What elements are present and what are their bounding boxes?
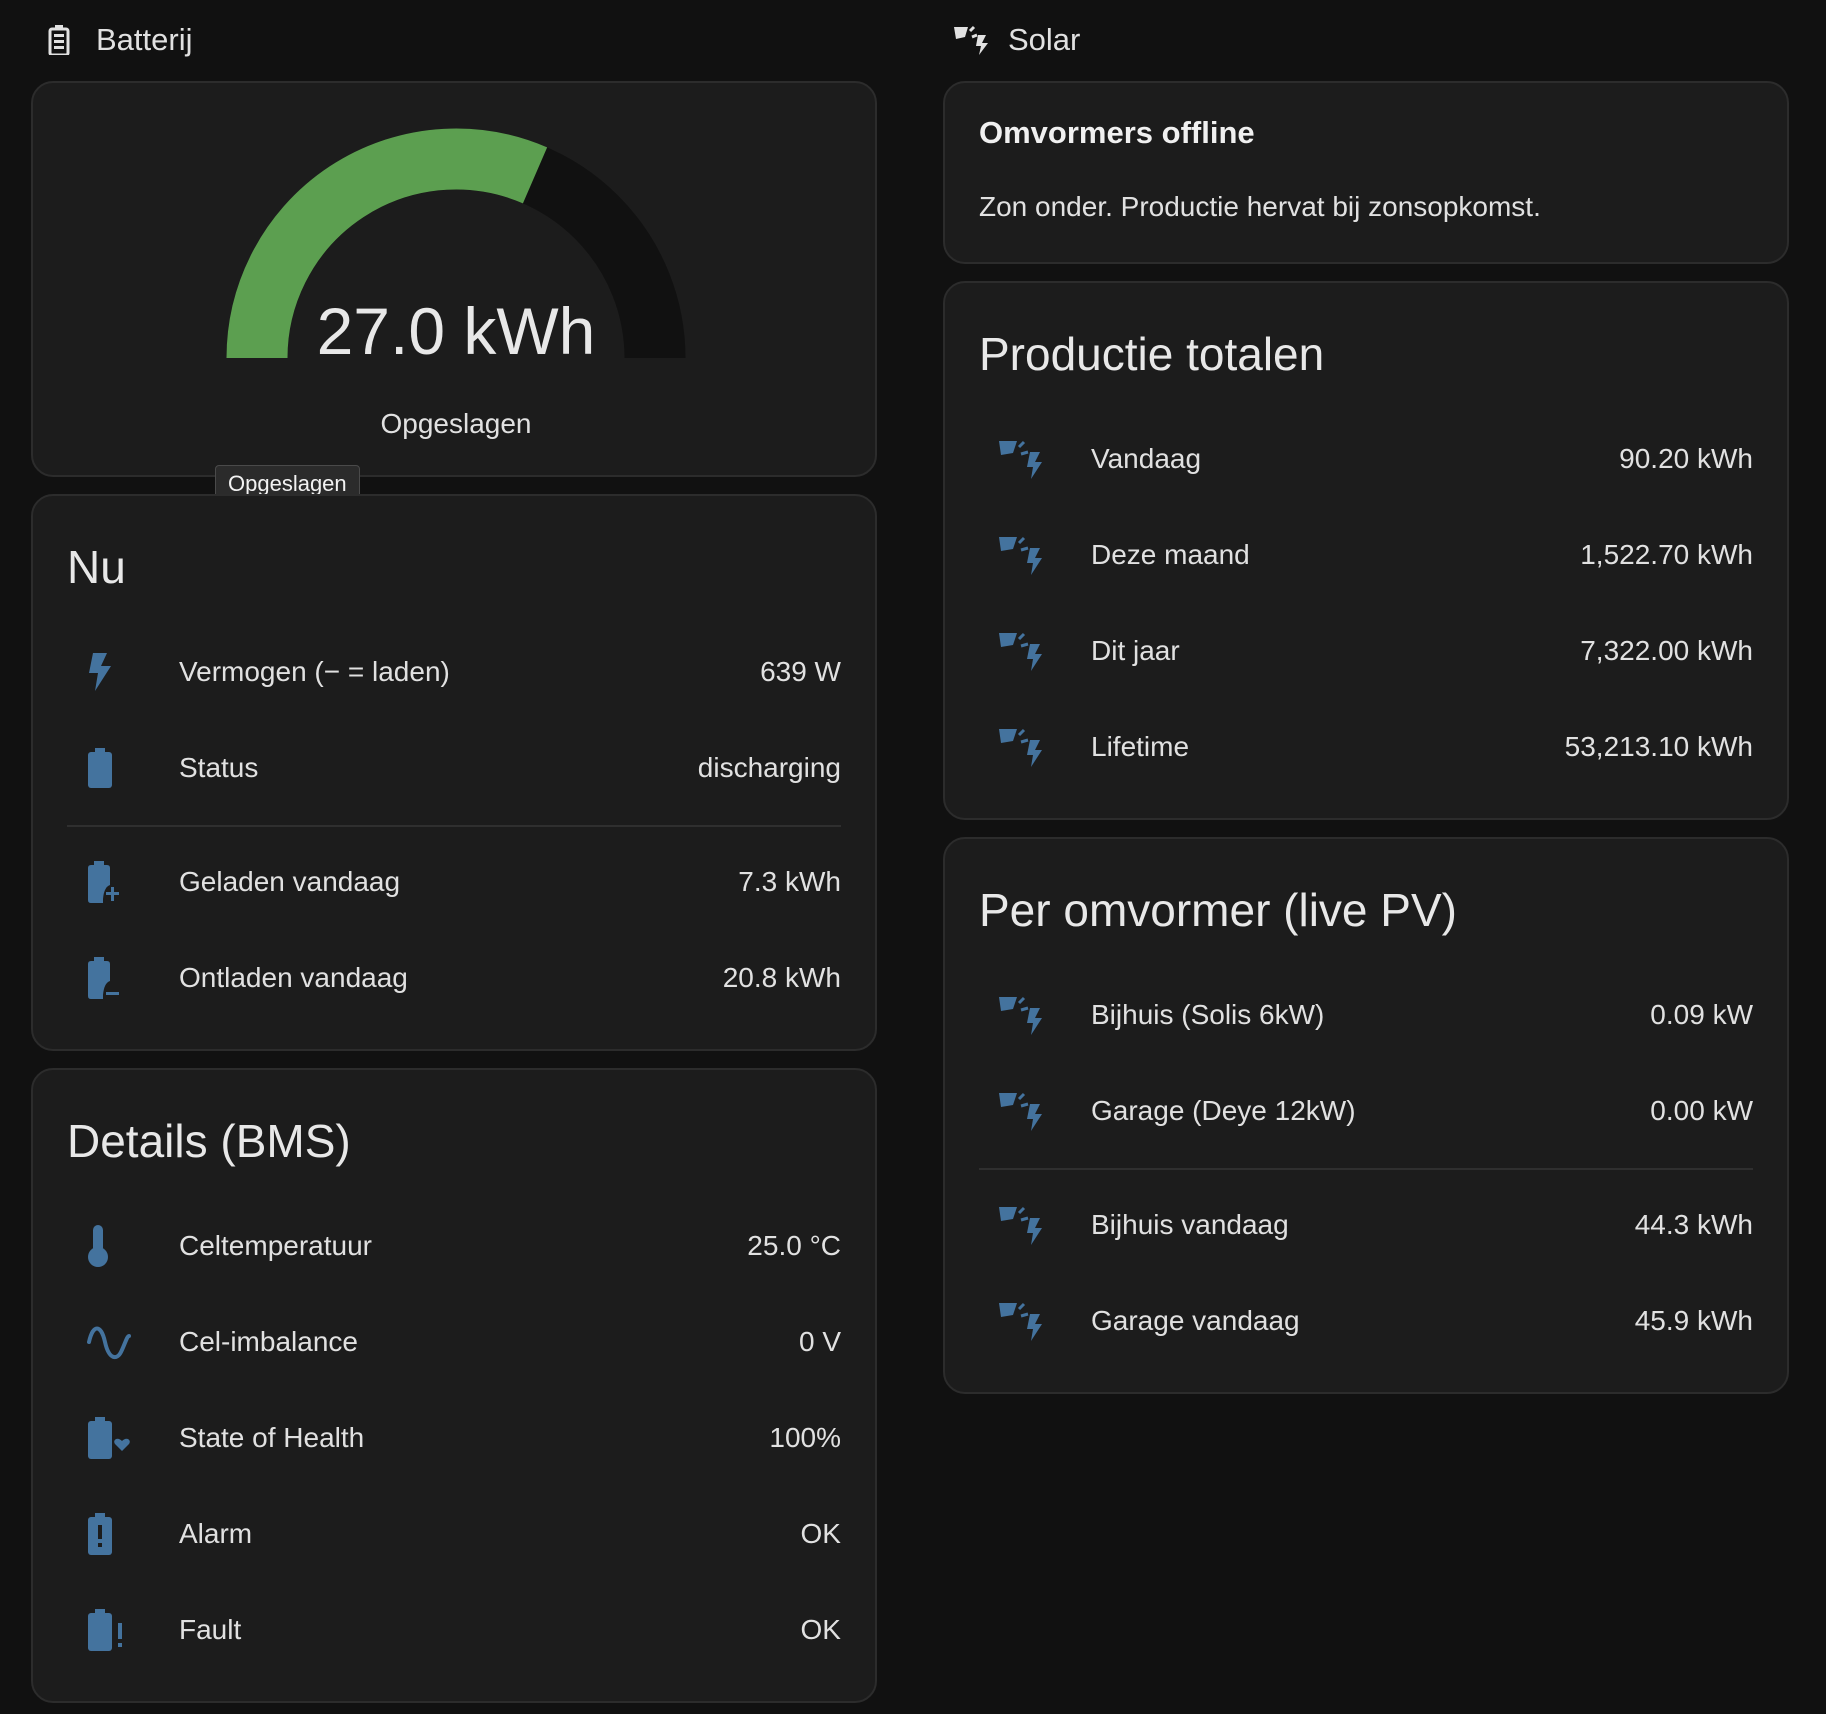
row-label: Bijhuis (Solis 6kW) <box>1091 999 1325 1030</box>
list-item[interactable]: Status discharging <box>67 740 841 796</box>
row-value: 44.3 kWh <box>1634 1209 1753 1240</box>
row-label: Cel-imbalance <box>179 1326 358 1357</box>
solar-column: Solar Omvormers offline Zon onder. Produ… <box>943 0 1789 1394</box>
row-value: 100% <box>769 1422 841 1453</box>
production-totals-card: Productie totalen Vandaag 90.20 kWh Deze… <box>943 281 1789 820</box>
row-value: 45.9 kWh <box>1634 1305 1753 1336</box>
row-label: Deze maand <box>1091 539 1250 570</box>
list-item[interactable]: Vandaag 90.20 kWh <box>979 431 1753 487</box>
row-value: 0.00 kW <box>1650 1095 1753 1126</box>
row-value: 7.3 kWh <box>738 866 841 897</box>
row-value: 0.09 kW <box>1650 999 1753 1030</box>
section-title: Solar <box>1008 22 1081 57</box>
solar-power-icon <box>979 623 1057 679</box>
divider <box>979 1168 1753 1170</box>
sine-wave-icon <box>67 1314 145 1370</box>
row-label: Bijhuis vandaag <box>1091 1209 1289 1240</box>
solar-power-icon <box>954 23 988 57</box>
card-title: Productie totalen <box>979 328 1325 380</box>
per-inverter-card: Per omvormer (live PV) Bijhuis (Solis 6k… <box>943 837 1789 1394</box>
solar-power-icon <box>979 719 1057 775</box>
row-label: Geladen vandaag <box>179 866 401 897</box>
row-value: OK <box>800 1518 841 1549</box>
nu-card: Nu Vermogen (− = laden) 639 W Status dis… <box>31 494 877 1051</box>
row-label: Celtemperatuur <box>179 1230 372 1261</box>
battery-column: Batterij 27.0 kWh Opgeslagen Opgeslagen … <box>31 0 877 1703</box>
gauge-label: Opgeslagen <box>380 408 532 439</box>
list-item[interactable]: State of Health 100% <box>67 1410 841 1466</box>
list-item[interactable]: Geladen vandaag 7.3 kWh <box>67 854 841 910</box>
list-item[interactable]: Fault OK <box>67 1602 841 1658</box>
row-value: OK <box>800 1614 841 1645</box>
solar-power-icon <box>979 527 1057 583</box>
thermometer-icon <box>67 1218 145 1274</box>
battery-exclamation-icon <box>67 1602 145 1658</box>
alert-text: Zon onder. Productie hervat bij zonsopko… <box>979 191 1541 222</box>
row-label: Lifetime <box>1091 731 1190 762</box>
details-card: Details (BMS) Celtemperatuur 25.0 °C Cel… <box>31 1068 877 1703</box>
divider <box>67 825 841 827</box>
solar-power-icon <box>979 1293 1057 1349</box>
battery-icon <box>67 740 145 796</box>
solar-section-header: Solar <box>943 0 1789 80</box>
card-title: Details (BMS) <box>67 1115 351 1167</box>
battery-icon <box>42 23 76 57</box>
solar-power-icon <box>979 1197 1057 1253</box>
list-item[interactable]: Alarm OK <box>67 1506 841 1562</box>
card-title: Nu <box>67 541 126 593</box>
row-value: 0 V <box>798 1326 841 1357</box>
row-value: 53,213.10 kWh <box>1564 731 1753 762</box>
row-label: Ontladen vandaag <box>179 962 408 993</box>
row-label: Dit jaar <box>1091 635 1180 666</box>
row-label: Garage vandaag <box>1091 1305 1300 1336</box>
row-value: 25.0 °C <box>747 1230 841 1261</box>
list-item[interactable]: Garage (Deye 12kW) 0.00 kW <box>979 1083 1753 1139</box>
row-value: 1,522.70 kWh <box>1580 539 1753 570</box>
solar-power-icon <box>979 1083 1057 1139</box>
battery-section-header: Batterij <box>31 0 877 80</box>
list-item[interactable]: Lifetime 53,213.10 kWh <box>979 719 1753 775</box>
inverters-offline-card: Omvormers offline Zon onder. Productie h… <box>943 81 1789 264</box>
solar-power-icon <box>979 431 1057 487</box>
alert-title: Omvormers offline <box>979 115 1255 150</box>
row-label: Alarm <box>179 1518 253 1549</box>
card-title: Per omvormer (live PV) <box>979 884 1457 936</box>
row-label: Vermogen (− = laden) <box>179 656 450 687</box>
list-item[interactable]: Cel-imbalance 0 V <box>67 1314 841 1370</box>
battery-alert-icon <box>67 1506 145 1562</box>
battery-minus-icon <box>67 950 145 1006</box>
row-label: Status <box>179 752 259 783</box>
list-item[interactable]: Bijhuis vandaag 44.3 kWh <box>979 1197 1753 1253</box>
gauge-value: 27.0 kWh <box>316 294 596 368</box>
battery-plus-icon <box>67 854 145 910</box>
section-title: Batterij <box>96 22 193 57</box>
row-label: State of Health <box>179 1422 365 1453</box>
list-item[interactable]: Dit jaar 7,322.00 kWh <box>979 623 1753 679</box>
row-value: 90.20 kWh <box>1619 443 1753 474</box>
list-item[interactable]: Ontladen vandaag 20.8 kWh <box>67 950 841 1006</box>
list-item[interactable]: Garage vandaag 45.9 kWh <box>979 1293 1753 1349</box>
battery-heart-icon <box>67 1410 145 1466</box>
list-item[interactable]: Bijhuis (Solis 6kW) 0.09 kW <box>979 987 1753 1043</box>
row-label: Vandaag <box>1091 443 1202 474</box>
battery-gauge-card[interactable]: 27.0 kWh Opgeslagen <box>31 81 877 477</box>
row-label: Fault <box>179 1614 242 1645</box>
list-item[interactable]: Vermogen (− = laden) 639 W <box>67 644 841 700</box>
list-item[interactable]: Deze maand 1,522.70 kWh <box>979 527 1753 583</box>
row-value: discharging <box>697 752 841 783</box>
row-label: Garage (Deye 12kW) <box>1091 1095 1356 1126</box>
flash-icon <box>67 644 145 700</box>
row-value: 20.8 kWh <box>722 962 841 993</box>
solar-power-icon <box>979 987 1057 1043</box>
row-value: 7,322.00 kWh <box>1580 635 1753 666</box>
row-value: 639 W <box>760 656 841 687</box>
list-item[interactable]: Celtemperatuur 25.0 °C <box>67 1218 841 1274</box>
